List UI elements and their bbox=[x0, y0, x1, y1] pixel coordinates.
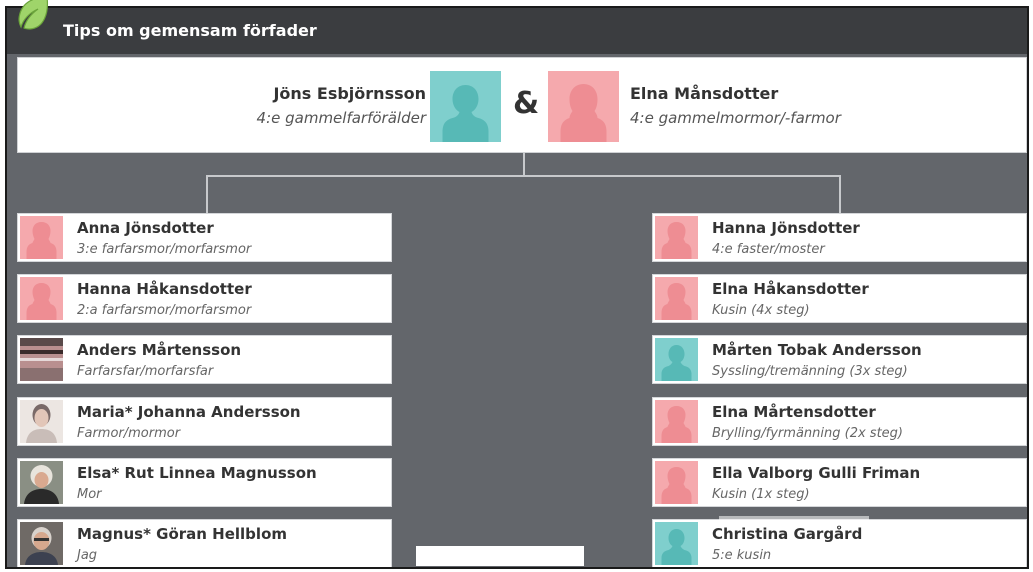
person-relation: Kusin (4x steg) bbox=[712, 303, 810, 318]
photo-avatar bbox=[20, 338, 63, 381]
person-card[interactable]: Hanna Jönsdotter 4:e faster/moster bbox=[652, 213, 1027, 262]
ancestor-left-relation: 4:e gammelfarförälder bbox=[256, 109, 426, 127]
photo-avatar bbox=[20, 400, 63, 443]
person-card[interactable]: Elna Håkansdotter Kusin (4x steg) bbox=[652, 274, 1027, 323]
person-name[interactable]: Hanna Jönsdotter bbox=[712, 219, 860, 237]
leaf-icon bbox=[14, 0, 52, 32]
connector-vertical-top bbox=[523, 153, 525, 177]
connector-horizontal bbox=[206, 175, 841, 177]
ancestor-right-name[interactable]: Elna Månsdotter bbox=[630, 84, 841, 103]
person-card[interactable]: Hanna Håkansdotter 2:a farfarsmor/morfar… bbox=[17, 274, 392, 323]
female-avatar-icon bbox=[655, 277, 698, 320]
ancestor-left-name[interactable]: Jöns Esbjörnsson bbox=[257, 84, 426, 103]
person-card[interactable]: Mårten Tobak Andersson Syssling/tremänni… bbox=[652, 335, 1027, 384]
person-name[interactable]: Magnus* Göran Hellblom bbox=[77, 525, 287, 543]
person-relation: 2:a farfarsmor/morfarsmor bbox=[77, 303, 252, 318]
person-card[interactable]: Anders Mårtensson Farfarsfar/morfarsfar bbox=[17, 335, 392, 384]
person-name[interactable]: Anders Mårtensson bbox=[77, 341, 241, 359]
person-name[interactable]: Maria* Johanna Andersson bbox=[77, 403, 301, 421]
person-relation: Syssling/tremänning (3x steg) bbox=[712, 364, 908, 379]
female-avatar-icon bbox=[655, 216, 698, 259]
person-card[interactable]: Elsa* Rut Linnea Magnusson Mor bbox=[17, 458, 392, 507]
person-name[interactable]: Hanna Håkansdotter bbox=[77, 280, 252, 298]
panel-header: Tips om gemensam förfader bbox=[7, 8, 1027, 54]
person-relation: 5:e kusin bbox=[712, 548, 772, 563]
person-name[interactable]: Mårten Tobak Andersson bbox=[712, 341, 922, 359]
person-name[interactable]: Elsa* Rut Linnea Magnusson bbox=[77, 464, 317, 482]
person-name[interactable]: Elna Håkansdotter bbox=[712, 280, 869, 298]
male-avatar-icon[interactable] bbox=[430, 71, 501, 142]
person-relation: 4:e faster/moster bbox=[712, 242, 825, 257]
female-avatar-icon bbox=[20, 216, 63, 259]
female-avatar-icon bbox=[655, 461, 698, 504]
female-avatar-icon bbox=[655, 400, 698, 443]
person-name[interactable]: Ella Valborg Gulli Friman bbox=[712, 464, 920, 482]
person-relation: Mor bbox=[77, 487, 102, 502]
photo-avatar bbox=[20, 522, 63, 565]
ampersand: & bbox=[513, 86, 540, 121]
connector-left-down bbox=[206, 175, 208, 213]
ancestor-couple: Jöns Esbjörnsson 4:e gammelfarförälder &… bbox=[17, 57, 1027, 153]
person-relation: 3:e farfarsmor/morfarsmor bbox=[77, 242, 252, 257]
person-card[interactable]: Elna Mårtensdotter Brylling/fyrmänning (… bbox=[652, 397, 1027, 446]
person-relation: Brylling/fyrmänning (2x steg) bbox=[712, 426, 903, 441]
female-avatar-icon bbox=[20, 277, 63, 320]
person-relation: Farmor/mormor bbox=[77, 426, 181, 441]
person-relation: Kusin (1x steg) bbox=[712, 487, 810, 502]
redaction-patch bbox=[416, 546, 584, 566]
person-name[interactable]: Christina Gargård bbox=[712, 525, 862, 543]
photo-avatar bbox=[20, 461, 63, 504]
person-relation: Farfarsfar/morfarsfar bbox=[77, 364, 214, 379]
person-relation: Jag bbox=[77, 548, 98, 563]
person-card[interactable]: Maria* Johanna Andersson Farmor/mormor bbox=[17, 397, 392, 446]
male-avatar-icon bbox=[655, 522, 698, 565]
person-card[interactable]: Ella Valborg Gulli Friman Kusin (1x steg… bbox=[652, 458, 1027, 507]
redaction-patch bbox=[719, 516, 869, 526]
common-ancestor-panel: Tips om gemensam förfader Jöns Esbjörnss… bbox=[5, 6, 1029, 569]
female-avatar-icon[interactable] bbox=[548, 71, 619, 142]
male-avatar-icon bbox=[655, 338, 698, 381]
person-name[interactable]: Anna Jönsdotter bbox=[77, 219, 214, 237]
person-card[interactable]: Magnus* Göran Hellblom Jag bbox=[17, 519, 392, 567]
ancestor-right-relation: 4:e gammelmormor/-farmor bbox=[630, 109, 841, 127]
person-card[interactable]: Anna Jönsdotter 3:e farfarsmor/morfarsmo… bbox=[17, 213, 392, 262]
ancestor-right[interactable]: Elna Månsdotter 4:e gammelmormor/-farmor bbox=[630, 84, 841, 127]
person-name[interactable]: Elna Mårtensdotter bbox=[712, 403, 876, 421]
person-card[interactable]: Christina Gargård 5:e kusin bbox=[652, 519, 1027, 567]
connector-right-down bbox=[839, 175, 841, 213]
ancestor-left[interactable]: Jöns Esbjörnsson 4:e gammelfarförälder bbox=[257, 84, 426, 127]
panel-title: Tips om gemensam förfader bbox=[63, 21, 317, 40]
